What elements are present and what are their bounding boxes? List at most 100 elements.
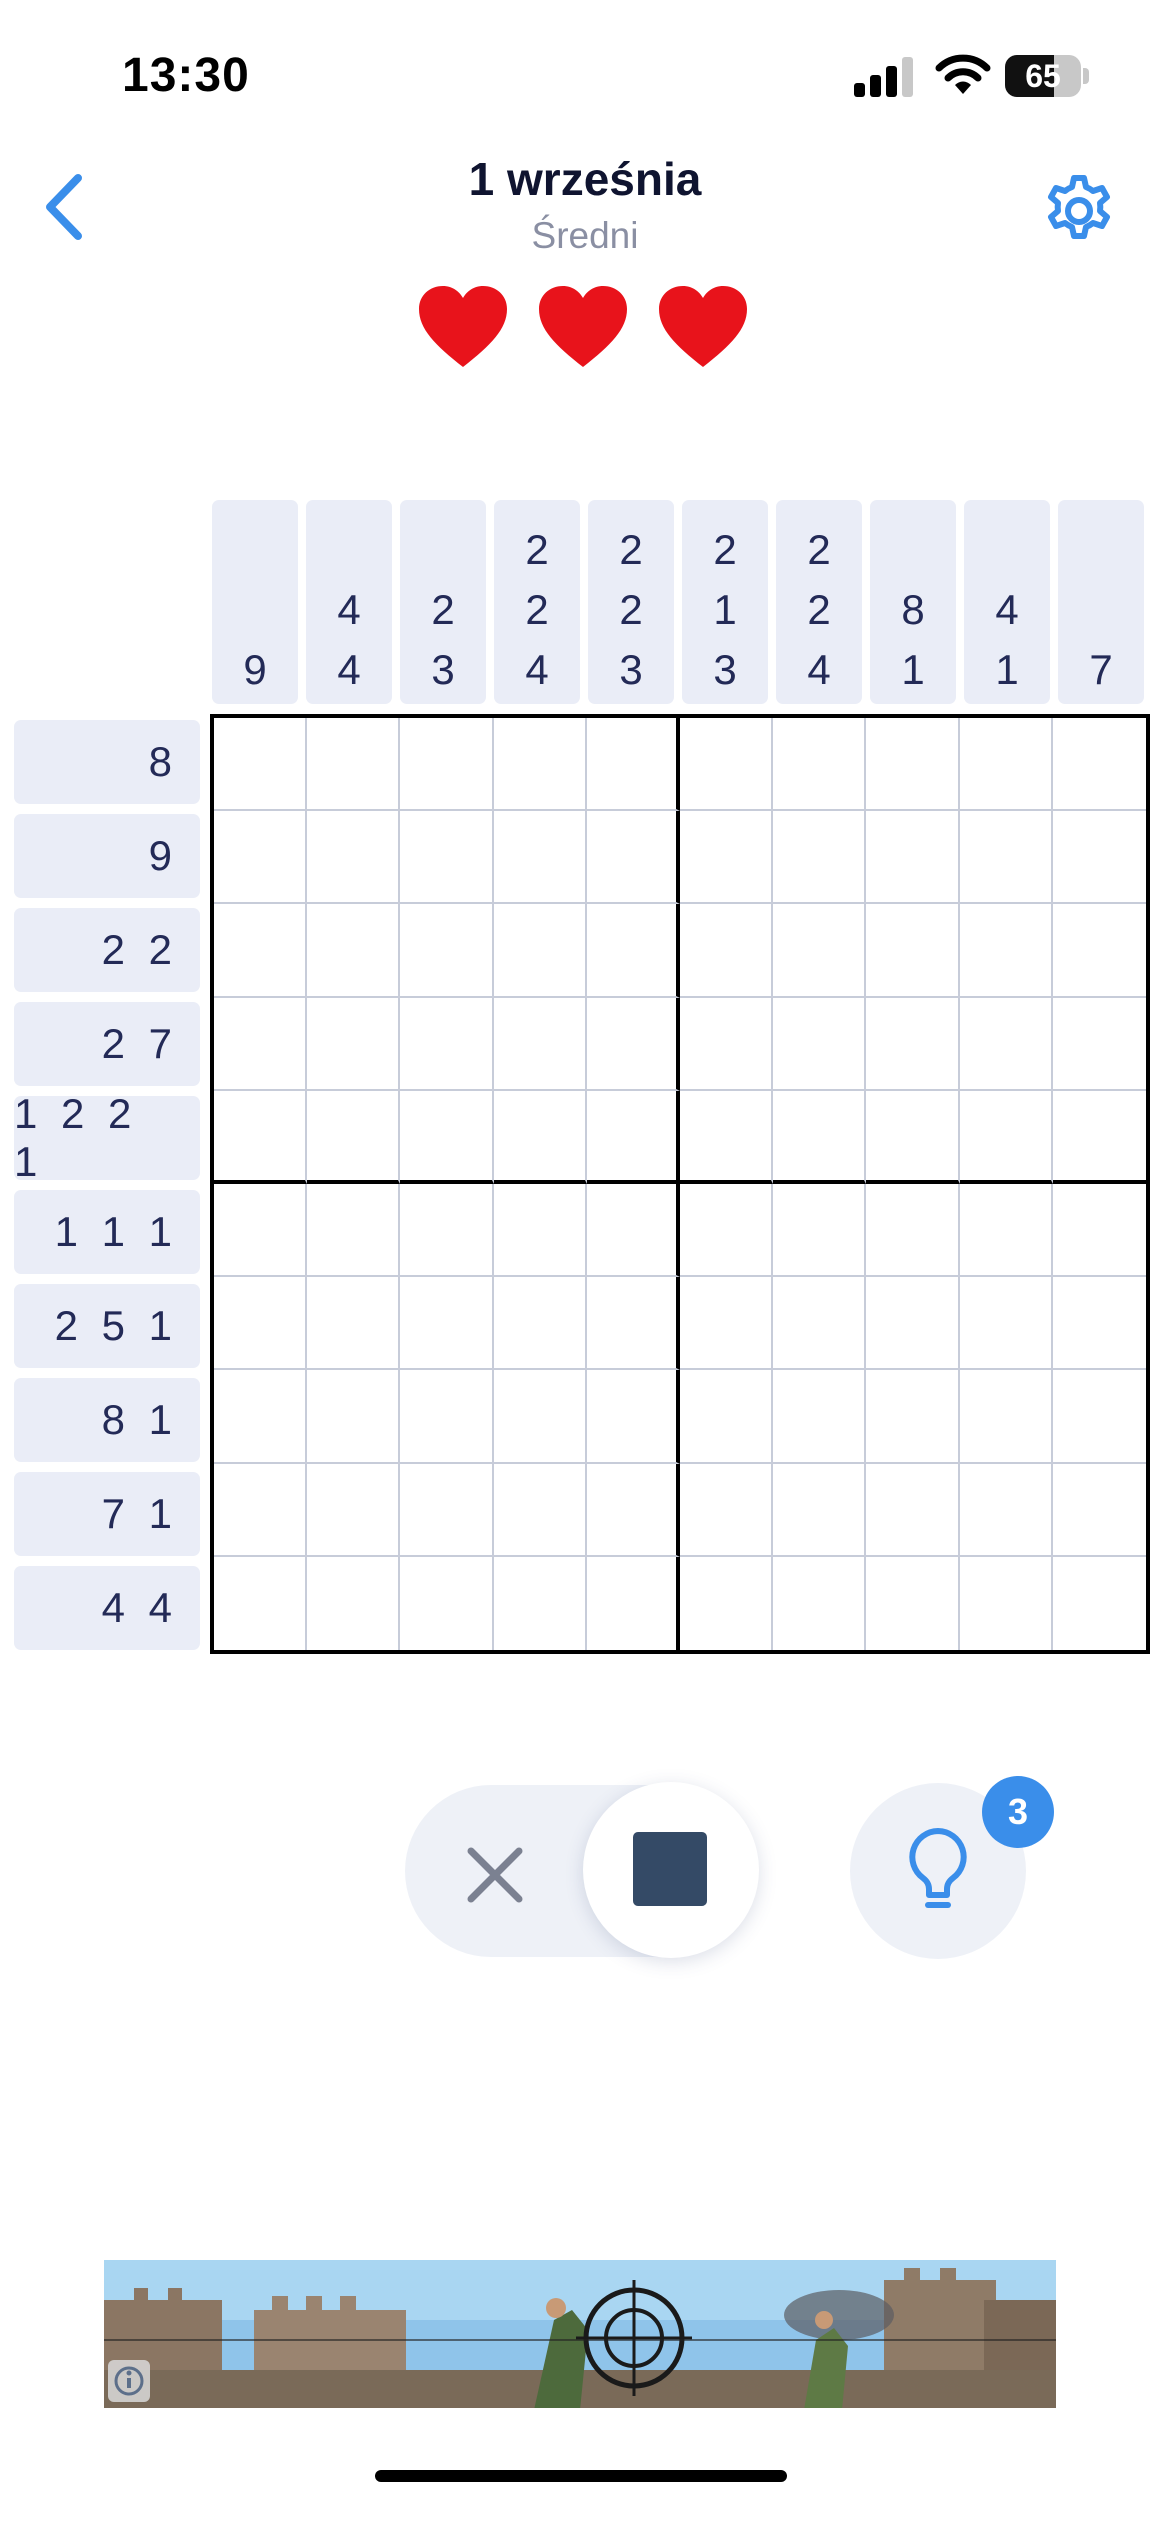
grid-cell[interactable] (959, 1183, 1053, 1278)
grid-cell[interactable] (773, 1463, 867, 1557)
grid-cell[interactable] (866, 811, 960, 905)
grid-cell[interactable] (307, 997, 401, 1091)
grid-cell[interactable] (866, 904, 960, 998)
grid-cell[interactable] (773, 1090, 867, 1184)
grid-cell[interactable] (679, 904, 774, 998)
grid-cell[interactable] (307, 811, 401, 905)
grid-cell[interactable] (400, 904, 494, 998)
grid-cell[interactable] (586, 1090, 680, 1184)
grid-cell[interactable] (400, 1556, 494, 1650)
grid-cell[interactable] (866, 718, 960, 812)
grid-cell[interactable] (214, 811, 308, 905)
grid-cell[interactable] (1052, 718, 1146, 812)
grid-cell[interactable] (214, 1277, 308, 1371)
grid-cell[interactable] (307, 718, 401, 812)
grid-cell[interactable] (400, 1463, 494, 1557)
grid-cell[interactable] (773, 718, 867, 812)
grid-cell[interactable] (493, 997, 587, 1091)
grid-cell[interactable] (866, 1556, 960, 1650)
grid-cell[interactable] (307, 1090, 401, 1184)
grid-cell[interactable] (866, 1183, 960, 1278)
grid-cell[interactable] (679, 1556, 774, 1650)
grid-cell[interactable] (307, 1556, 401, 1650)
fill-mode-button[interactable] (583, 1782, 759, 1958)
grid-cell[interactable] (959, 811, 1053, 905)
grid-cell[interactable] (773, 1183, 867, 1278)
grid-cell[interactable] (959, 1277, 1053, 1371)
grid-cell[interactable] (586, 1463, 680, 1557)
grid-cell[interactable] (959, 1370, 1053, 1464)
grid-cell[interactable] (679, 1463, 774, 1557)
grid-cell[interactable] (214, 1370, 308, 1464)
grid-cell[interactable] (866, 1370, 960, 1464)
grid-cell[interactable] (493, 718, 587, 812)
grid-cell[interactable] (493, 811, 587, 905)
grid-cell[interactable] (586, 1370, 680, 1464)
grid-cell[interactable] (679, 811, 774, 905)
grid-cell[interactable] (586, 811, 680, 905)
grid-cell[interactable] (400, 1370, 494, 1464)
grid-cell[interactable] (1052, 811, 1146, 905)
grid-cell[interactable] (400, 718, 494, 812)
grid-cell[interactable] (773, 904, 867, 998)
grid-cell[interactable] (866, 1090, 960, 1184)
grid-cell[interactable] (866, 1277, 960, 1371)
grid-cell[interactable] (307, 1183, 401, 1278)
grid-cell[interactable] (493, 904, 587, 998)
grid-cell[interactable] (586, 1556, 680, 1650)
grid-cell[interactable] (959, 904, 1053, 998)
grid-cell[interactable] (586, 718, 680, 812)
grid-cell[interactable] (679, 1090, 774, 1184)
grid-cell[interactable] (959, 1090, 1053, 1184)
ad-banner[interactable] (104, 2260, 1056, 2408)
grid-cell[interactable] (493, 1183, 587, 1278)
grid-cell[interactable] (214, 718, 308, 812)
grid-cell[interactable] (400, 1277, 494, 1371)
settings-button[interactable] (1040, 172, 1118, 250)
grid-cell[interactable] (866, 1463, 960, 1557)
grid-cell[interactable] (1052, 1277, 1146, 1371)
grid-cell[interactable] (493, 1090, 587, 1184)
grid-cell[interactable] (214, 904, 308, 998)
grid-cell[interactable] (307, 1370, 401, 1464)
grid-cell[interactable] (493, 1556, 587, 1650)
grid-cell[interactable] (1052, 1556, 1146, 1650)
grid-cell[interactable] (959, 1463, 1053, 1557)
grid-cell[interactable] (959, 718, 1053, 812)
grid-cell[interactable] (679, 1370, 774, 1464)
grid-cell[interactable] (1052, 904, 1146, 998)
grid-cell[interactable] (679, 1277, 774, 1371)
grid-cell[interactable] (773, 997, 867, 1091)
grid-cell[interactable] (679, 718, 774, 812)
grid-cell[interactable] (773, 1556, 867, 1650)
grid-cell[interactable] (493, 1370, 587, 1464)
grid-cell[interactable] (586, 1183, 680, 1278)
grid-cell[interactable] (586, 1277, 680, 1371)
grid-cell[interactable] (1052, 1090, 1146, 1184)
grid-cell[interactable] (400, 1090, 494, 1184)
grid-cell[interactable] (307, 904, 401, 998)
grid-cell[interactable] (866, 997, 960, 1091)
grid-cell[interactable] (214, 1183, 308, 1278)
grid-cell[interactable] (679, 997, 774, 1091)
grid-cell[interactable] (959, 1556, 1053, 1650)
grid-cell[interactable] (307, 1277, 401, 1371)
grid-cell[interactable] (400, 997, 494, 1091)
grid-cell[interactable] (400, 811, 494, 905)
grid-cell[interactable] (1052, 1370, 1146, 1464)
grid-cell[interactable] (1052, 1183, 1146, 1278)
grid-cell[interactable] (773, 1277, 867, 1371)
grid-cell[interactable] (493, 1277, 587, 1371)
cross-mode-button[interactable] (455, 1835, 535, 1915)
grid-cell[interactable] (679, 1183, 774, 1278)
grid-cell[interactable] (214, 1463, 308, 1557)
grid-cell[interactable] (586, 904, 680, 998)
grid-cell[interactable] (307, 1463, 401, 1557)
grid-cell[interactable] (773, 1370, 867, 1464)
grid-cell[interactable] (214, 997, 308, 1091)
grid-cell[interactable] (586, 997, 680, 1091)
grid-cell[interactable] (773, 811, 867, 905)
grid-cell[interactable] (959, 997, 1053, 1091)
grid-cell[interactable] (400, 1183, 494, 1278)
grid-cell[interactable] (1052, 1463, 1146, 1557)
